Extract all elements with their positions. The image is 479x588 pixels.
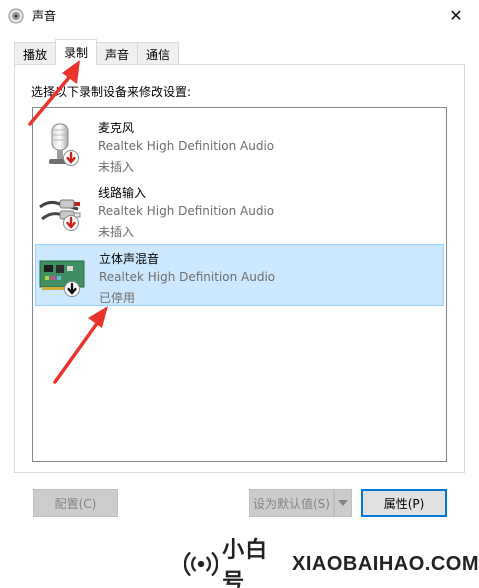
line-in-jack-icon [39,199,81,231]
device-line-in[interactable]: 线路输入 Realtek High Definition Audio 未插入 [35,179,444,241]
watermark-banner: 小白号 XIAOBAIHAO.COM [180,538,479,588]
tab-recording[interactable]: 录制 [55,39,98,65]
window-title: 声音 [32,9,57,23]
device-name: 立体声混音 [99,252,160,266]
watermark-chinese: 小白号 [222,538,269,588]
device-description: Realtek High Definition Audio [98,204,275,218]
set-default-dropdown-button[interactable] [334,489,352,517]
sound-card-icon [39,260,85,297]
tab-communications[interactable]: 通信 [137,42,180,65]
device-status: 已停用 [99,291,136,305]
broadcast-icon [184,552,219,576]
device-description: Realtek High Definition Audio [99,270,276,284]
speaker-icon [8,8,24,24]
device-status: 未插入 [98,160,135,174]
device-stereo-mix[interactable]: 立体声混音 Realtek High Definition Audio 已停用 [35,244,444,306]
microphone-icon [49,123,79,166]
title-bar: 声音 ✕ [0,0,479,31]
device-list[interactable]: 麦克风 Realtek High Definition Audio 未插入 线路… [32,107,447,462]
set-default-button[interactable]: 设为默认值(S) [249,489,334,517]
configure-button[interactable]: 配置(C) [33,489,118,517]
tab-bar: 播放 录制 声音 通信 [14,39,180,65]
device-status: 未插入 [98,225,135,239]
device-name: 线路输入 [98,186,147,200]
device-name: 麦克风 [98,121,135,135]
tab-playback[interactable]: 播放 [14,42,57,65]
properties-button[interactable]: 属性(P) [361,489,447,517]
device-description: Realtek High Definition Audio [98,139,275,153]
recording-panel: 选择以下录制设备来修改设置: 麦克风 Realtek High Definiti… [14,64,465,473]
chevron-down-icon [338,500,348,506]
instruction-text: 选择以下录制设备来修改设置: [31,85,192,99]
watermark-english: XIAOBAIHAO.COM [292,552,479,575]
tab-sounds[interactable]: 声音 [96,42,139,65]
close-button[interactable]: ✕ [433,0,479,31]
device-microphone[interactable]: 麦克风 Realtek High Definition Audio 未插入 [35,114,444,176]
